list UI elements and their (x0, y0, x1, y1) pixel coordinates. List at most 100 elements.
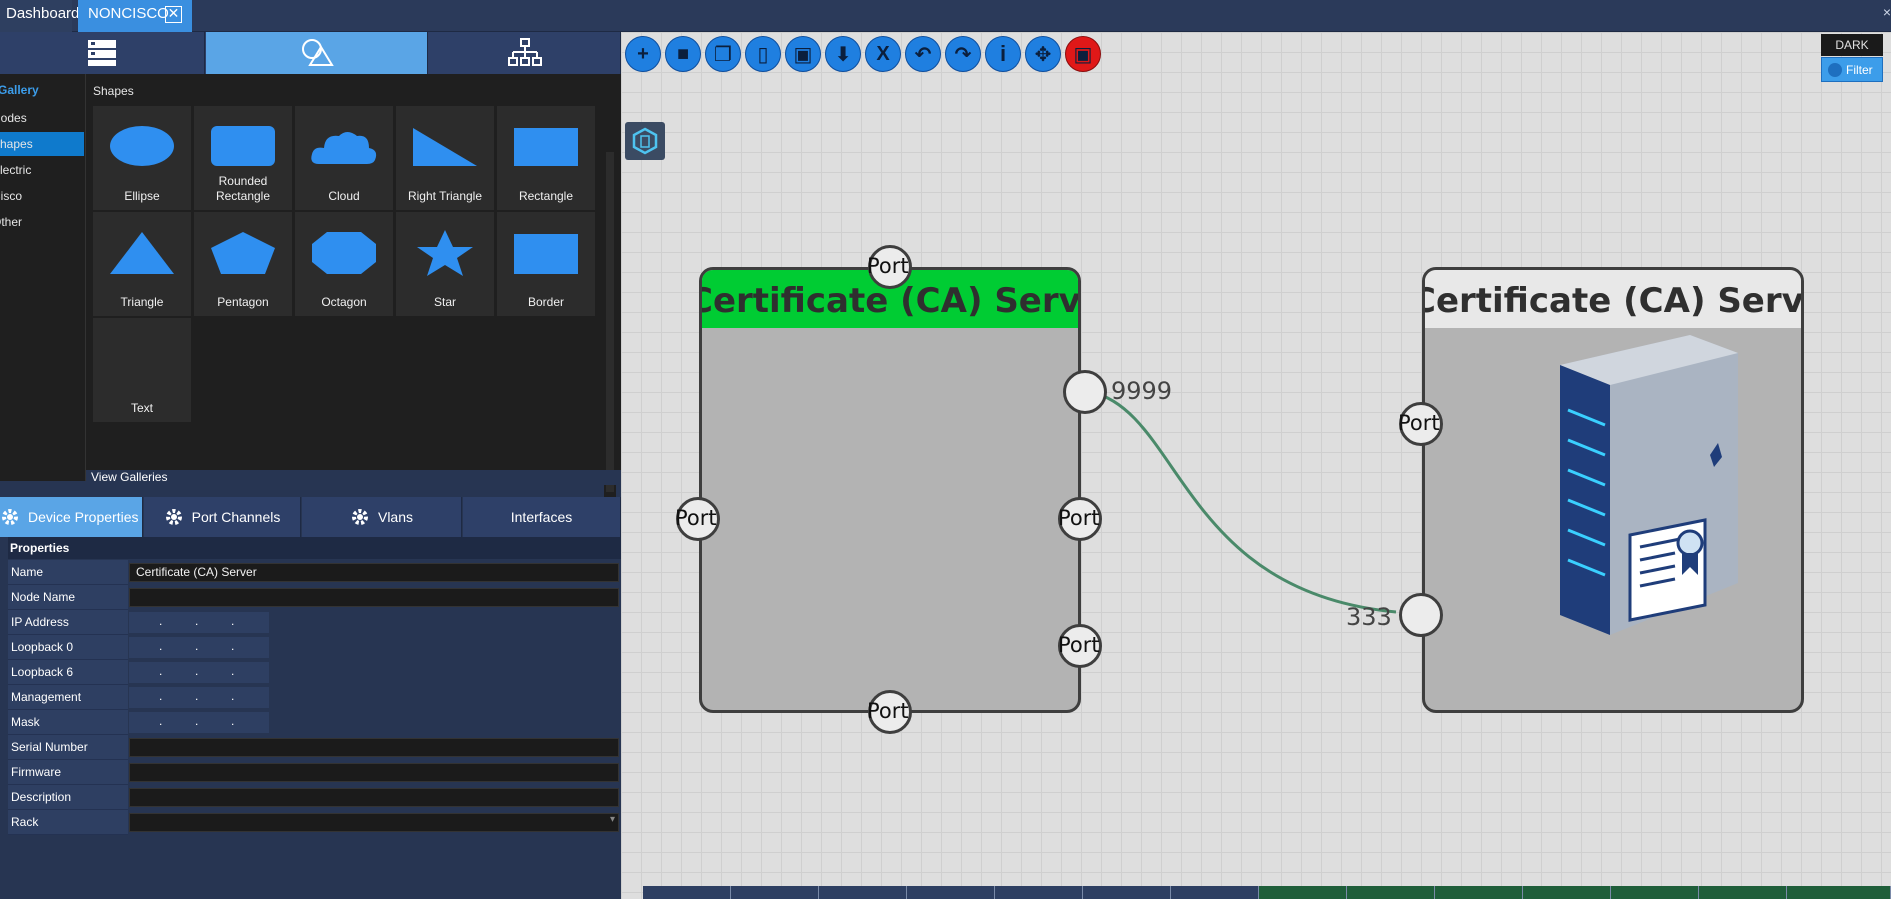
info-button[interactable]: i (985, 36, 1021, 72)
gallery-scrollbar[interactable] (604, 142, 616, 512)
ip-address-field[interactable]: ... (129, 637, 269, 658)
ellipse-icon (110, 126, 174, 166)
property-row: Node Name (8, 585, 621, 610)
close-tab-icon[interactable]: ✕ (165, 6, 182, 23)
new-document-icon: ▯ (757, 43, 769, 66)
node-certificate-server-right[interactable]: Certificate (CA) Server (1422, 267, 1804, 713)
certificate-server-icon (1560, 335, 1738, 635)
property-row: Rack ▾ (8, 810, 621, 835)
gallery-category-item[interactable]: Shapes (0, 132, 84, 156)
shape-item-rounded-rectangle[interactable]: Rounded Rectangle (194, 106, 292, 210)
add-button[interactable]: + (625, 36, 661, 72)
hierarchy-icon (507, 38, 542, 66)
property-label: Serial Number (8, 735, 128, 760)
properties-grid: Properties Name Certificate (CA) Server No… (8, 537, 621, 867)
shape-item-triangle[interactable]: Triangle (93, 212, 191, 316)
tab-noncisco-label: NONCISCO (88, 5, 169, 22)
shape-item-ellipse[interactable]: Ellipse (93, 106, 191, 210)
gallery-category-item[interactable]: Other (0, 210, 84, 234)
shape-item-right-triangle[interactable]: Right Triangle (396, 106, 494, 210)
gallery-category-item[interactable]: Nodes (0, 106, 84, 130)
property-input[interactable] (129, 763, 619, 782)
square-button[interactable]: ■ (665, 36, 701, 72)
port-right-upper[interactable] (1063, 370, 1107, 414)
property-tabs: Device Properties Port Channels Vlans In… (0, 497, 621, 537)
property-row: Loopback 0... (8, 635, 621, 660)
view-galleries-link[interactable]: View Galleries (86, 470, 621, 485)
tab-interfaces[interactable]: Interfaces (463, 497, 621, 537)
info-icon: i (999, 41, 1007, 66)
dark-mode-button[interactable]: DARK (1821, 34, 1883, 56)
tab-device-properties[interactable]: Device Properties (0, 497, 143, 537)
node-certificate-server-left[interactable]: Certificate (CA) Server (699, 267, 1081, 713)
gallery-category-item[interactable]: Electric (0, 158, 84, 182)
shape-item-rectangle[interactable]: Rectangle (497, 106, 595, 210)
cloud-icon (311, 132, 377, 164)
shape-label: Ellipse (124, 189, 160, 203)
port-label: Port (1398, 411, 1440, 435)
ip-address-field[interactable]: ... (129, 612, 269, 633)
properties-header: Properties (8, 537, 621, 559)
property-input[interactable] (129, 588, 619, 607)
shape-item-pentagon[interactable]: Pentagon (194, 212, 292, 316)
bottom-table-header (643, 886, 1891, 899)
new-document-button[interactable]: ▯ (745, 36, 781, 72)
port-label: Port (867, 699, 909, 723)
port-left-lower[interactable] (1399, 593, 1443, 637)
download-button[interactable]: ⬇ (825, 36, 861, 72)
shape-label: Rounded Rectangle (215, 174, 271, 203)
hexagon-tool-button[interactable] (625, 122, 665, 160)
port-label: Port (867, 254, 909, 278)
ip-address-field[interactable]: ... (129, 712, 269, 733)
shape-label: Text (130, 401, 153, 415)
add-icon: + (637, 42, 649, 65)
undo-icon: ↶ (914, 43, 932, 66)
tab-interfaces-label: Interfaces (510, 509, 573, 525)
redo-button[interactable]: ↷ (945, 36, 981, 72)
tab-shapes-gallery[interactable] (206, 32, 428, 74)
tab-port-channels-label: Port Channels (191, 509, 281, 525)
tab-port-channels[interactable]: Port Channels (144, 497, 301, 537)
download-icon: ⬇ (834, 43, 852, 66)
excel-button[interactable]: X (865, 36, 901, 72)
tab-topology-gallery[interactable] (429, 32, 621, 74)
gallery-category-item[interactable]: Cisco (0, 184, 84, 208)
copy-button[interactable]: ❐ (705, 36, 741, 72)
property-label: Node Name (8, 585, 128, 610)
save-button[interactable]: ▣ (785, 36, 821, 72)
property-input[interactable] (129, 738, 619, 757)
property-row: Loopback 6... (8, 660, 621, 685)
shape-item-text[interactable]: Text (93, 318, 191, 422)
delete-button[interactable]: ▣ (1065, 36, 1101, 72)
property-input[interactable]: Certificate (CA) Server (129, 563, 619, 582)
move-button[interactable]: ✥ (1025, 36, 1061, 72)
tab-nodes-gallery[interactable] (0, 32, 205, 74)
tab-vlans[interactable]: Vlans (302, 497, 462, 537)
shape-item-border[interactable]: Border (497, 212, 595, 316)
tab-noncisco[interactable]: NONCISCO ✕ (78, 0, 192, 32)
ip-address-field[interactable]: ... (129, 662, 269, 683)
undo-button[interactable]: ↶ (905, 36, 941, 72)
property-label: Loopback 0 (8, 635, 128, 660)
tab-device-properties-label: Device Properties (28, 509, 139, 525)
link-label-source: 9999 (1111, 377, 1173, 405)
property-row: Management... (8, 685, 621, 710)
canvas-toolbar: + ■ ❐ ▯ ▣ ⬇ X ↶ ↷ i ✥ ▣ (625, 36, 1101, 72)
shape-item-star[interactable]: Star (396, 212, 494, 316)
rounded-rectangle-icon (211, 126, 275, 166)
star-icon (417, 230, 473, 276)
chevron-down-icon (1828, 63, 1842, 77)
hexagon-icon (632, 127, 658, 155)
property-input[interactable] (129, 788, 619, 807)
window-close-icon[interactable]: × (1883, 4, 1891, 20)
shape-item-cloud[interactable]: Cloud (295, 106, 393, 210)
diagram-canvas[interactable]: + ■ ❐ ▯ ▣ ⬇ X ↶ ↷ i ✥ ▣ DARK Filter Certificate (CA… (621, 32, 1891, 899)
rack-select[interactable] (129, 813, 619, 832)
link-label-target: 333 (1346, 603, 1392, 631)
filter-button[interactable]: Filter (1821, 57, 1883, 82)
shape-item-octagon[interactable]: Octagon (295, 212, 393, 316)
tab-dashboard[interactable]: Dashboard (0, 0, 79, 32)
ip-address-field[interactable]: ... (129, 687, 269, 708)
delete-icon: ▣ (1073, 43, 1093, 66)
right-triangle-icon (413, 128, 477, 166)
